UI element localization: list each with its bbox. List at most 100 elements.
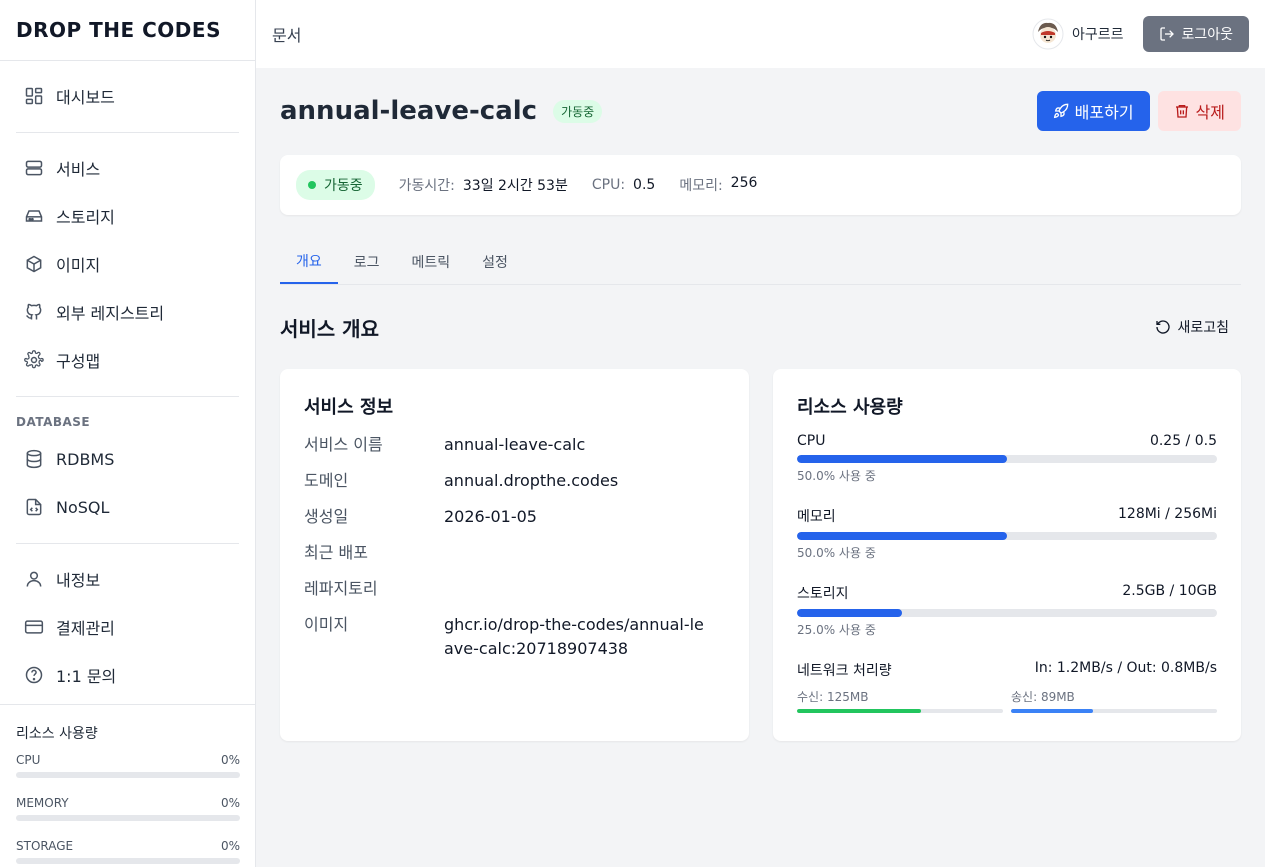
usage-bar-memory <box>16 815 240 821</box>
sidebar-item-rdbms[interactable]: RDBMS <box>16 435 239 483</box>
sidebar-usage-title: 리소스 사용량 <box>16 726 98 742</box>
info-row-domain: 도메인 annual.dropthe.codes <box>304 471 619 490</box>
info-row-created: 생성일 2026-01-05 <box>304 507 537 526</box>
progress-bar-tx <box>1011 709 1217 713</box>
title-actions: 배포하기 삭제 <box>1036 91 1241 131</box>
resource-usage-card: 리소스 사용량 CPU 0.25 / 0.5 50.0% 사용 중 메모리 12… <box>773 369 1241 741</box>
delete-button[interactable]: 삭제 <box>1157 91 1241 131</box>
server-icon <box>24 158 44 178</box>
info-row-last-deploy: 최근 배포 <box>304 543 368 562</box>
sidebar-item-label: 1:1 문의 <box>56 667 117 686</box>
sidebar-item-label: 이미지 <box>56 256 101 275</box>
resource-storage: 스토리지 2.5GB / 10GB 25.0% 사용 중 <box>797 583 1217 637</box>
sidebar-item-services[interactable]: 서비스 <box>16 144 239 192</box>
resource-memory: 메모리 128Mi / 256Mi 50.0% 사용 중 <box>797 506 1217 560</box>
cpu-meta: CPU: 0.5 <box>591 177 656 193</box>
usage-row-cpu: CPU 0% <box>16 753 240 767</box>
sidebar-item-label: 내정보 <box>56 571 101 590</box>
tab-metrics[interactable]: 메트릭 <box>396 239 467 284</box>
sidebar-item-images[interactable]: 이미지 <box>16 240 239 288</box>
uptime-meta: 가동시간: 33일 2시간 53분 <box>398 178 568 194</box>
progress-bar-cpu <box>797 455 1217 463</box>
sidebar-item-support[interactable]: 1:1 문의 <box>16 651 239 699</box>
info-row-repository: 레파지토리 <box>304 579 378 598</box>
info-row-name: 서비스 이름 annual-leave-calc <box>304 435 586 454</box>
nav-group-database: RDBMS NoSQL <box>0 435 255 543</box>
service-info-card: 서비스 정보 서비스 이름 annual-leave-calc 도메인 annu… <box>280 369 749 741</box>
sidebar-item-external-registry[interactable]: 외부 레지스트리 <box>16 288 239 336</box>
usage-row-memory: MEMORY 0% <box>16 796 240 810</box>
sidebar-item-label: 대시보드 <box>56 88 115 107</box>
tab-bar: 개요 로그 메트릭 설정 <box>280 239 1241 285</box>
section-label-database: DATABASE <box>16 415 91 429</box>
progress-bar-rx <box>797 709 1003 713</box>
progress-bar-memory <box>797 532 1217 540</box>
brand-logo[interactable]: DROP THE CODES <box>0 0 255 61</box>
usage-row-storage: STORAGE 0% <box>16 839 240 853</box>
sidebar: DROP THE CODES 대시보드 서비스 스토리지 이미지 외부 레지스트… <box>0 0 256 867</box>
user-menu[interactable]: 아구르르 <box>1031 18 1124 50</box>
resource-network: 네트워크 처리량 In: 1.2MB/s / Out: 0.8MB/s 수신: … <box>797 660 1217 713</box>
package-icon <box>24 254 44 274</box>
network-rx: 수신: 125MB <box>797 688 1003 713</box>
title-row: annual-leave-calc 가동중 배포하기 삭제 <box>280 68 1241 154</box>
nav-group-account: 내정보 결제관리 1:1 문의 <box>0 544 255 699</box>
sidebar-item-nosql[interactable]: NoSQL <box>16 483 239 531</box>
docs-link[interactable]: 문서 <box>272 22 301 46</box>
github-icon <box>24 302 44 322</box>
topbar-right: 아구르르 로그아웃 <box>1031 16 1249 52</box>
sidebar-item-my-info[interactable]: 내정보 <box>16 555 239 603</box>
sidebar-item-label: 서비스 <box>56 160 101 179</box>
card-title: 리소스 사용량 <box>797 397 903 418</box>
overview-header: 서비스 개요 새로고침 <box>280 285 1241 369</box>
trash-icon <box>1174 103 1190 119</box>
sidebar-item-dashboard[interactable]: 대시보드 <box>16 72 239 120</box>
sidebar-item-label: NoSQL <box>56 497 110 517</box>
gear-icon <box>24 350 44 370</box>
logout-button[interactable]: 로그아웃 <box>1143 16 1249 52</box>
resource-cpu: CPU 0.25 / 0.5 50.0% 사용 중 <box>797 433 1217 483</box>
sidebar-item-label: 스토리지 <box>56 208 115 227</box>
drive-icon <box>24 206 44 226</box>
sidebar-item-billing[interactable]: 결제관리 <box>16 603 239 651</box>
sidebar-item-label: 구성맵 <box>56 352 101 371</box>
sidebar-item-label: RDBMS <box>56 449 115 469</box>
card-title: 서비스 정보 <box>304 397 394 418</box>
progress-bar-storage <box>797 609 1217 617</box>
status-card: 가동중 가동시간: 33일 2시간 53분 CPU: 0.5 메모리: 256 <box>280 155 1241 215</box>
deploy-button[interactable]: 배포하기 <box>1036 91 1150 131</box>
tab-overview[interactable]: 개요 <box>280 239 338 284</box>
sidebar-item-storage[interactable]: 스토리지 <box>16 192 239 240</box>
status-pill: 가동중 <box>296 170 375 200</box>
file-code-icon <box>24 497 44 517</box>
logout-icon <box>1159 26 1175 42</box>
network-tx: 송신: 89MB <box>1011 688 1217 713</box>
database-icon <box>24 449 44 469</box>
status-badge: 가동중 <box>553 99 603 123</box>
rocket-icon <box>1053 103 1069 119</box>
nav-group-main: 대시보드 <box>0 61 255 132</box>
dashboard-icon <box>24 86 44 106</box>
cards-row: 서비스 정보 서비스 이름 annual-leave-calc 도메인 annu… <box>280 369 1241 741</box>
sidebar-resource-usage: 리소스 사용량 CPU 0% MEMORY 0% STORAGE 0% <box>0 704 256 867</box>
avatar <box>1031 18 1064 50</box>
memory-meta: 메모리: 256 <box>679 175 758 194</box>
credit-card-icon <box>24 617 44 637</box>
sidebar-item-label: 결제관리 <box>56 619 115 638</box>
usage-bar-storage <box>16 858 240 864</box>
section-title: 서비스 개요 <box>280 316 379 341</box>
page-title: annual-leave-calc <box>280 96 538 126</box>
main-content: annual-leave-calc 가동중 배포하기 삭제 가동중 가동시간: <box>280 68 1241 741</box>
topbar: 문서 아구르르 로그아웃 <box>256 0 1265 68</box>
username: 아구르르 <box>1071 27 1124 43</box>
tab-logs[interactable]: 로그 <box>338 239 396 284</box>
info-row-image: 이미지 ghcr.io/drop-the-codes/annual-leave-… <box>304 615 704 658</box>
sidebar-item-label: 외부 레지스트리 <box>56 304 165 323</box>
tab-settings[interactable]: 설정 <box>466 239 524 284</box>
status-dot-icon <box>308 181 316 189</box>
sidebar-item-configmap[interactable]: 구성맵 <box>16 336 239 384</box>
nav-group-services: 서비스 스토리지 이미지 외부 레지스트리 구성맵 <box>0 133 255 396</box>
refresh-icon <box>1155 319 1171 335</box>
refresh-button[interactable]: 새로고침 <box>1155 317 1241 337</box>
help-icon <box>24 665 44 685</box>
